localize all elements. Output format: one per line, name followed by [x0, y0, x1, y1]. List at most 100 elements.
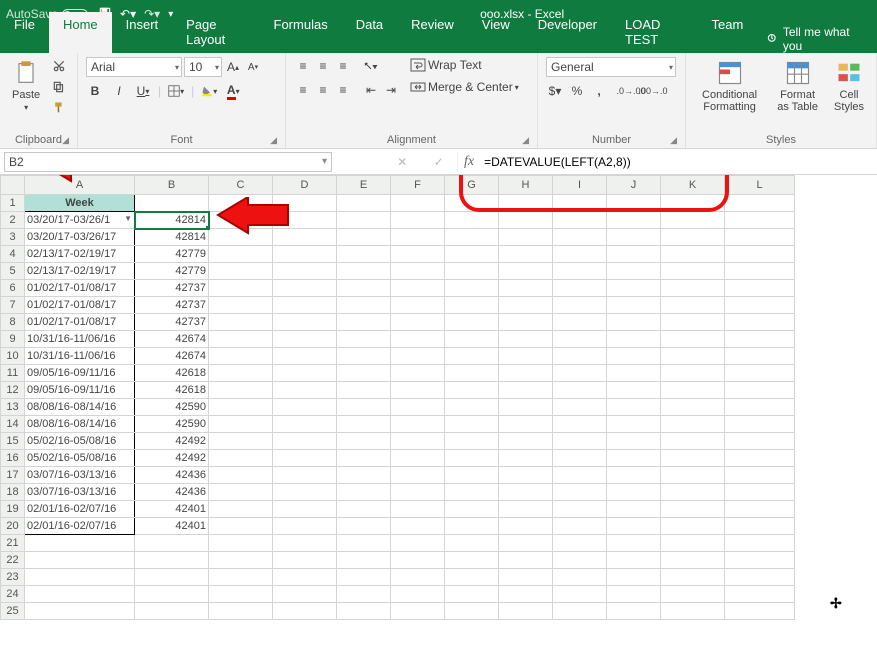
comma-format-icon[interactable]: ,: [590, 82, 608, 100]
dialog-launcher-icon[interactable]: ◢: [62, 135, 69, 146]
cell[interactable]: [553, 501, 607, 518]
cell[interactable]: [337, 331, 391, 348]
cell[interactable]: 02/13/17-02/19/17: [25, 246, 135, 263]
cell[interactable]: [499, 433, 553, 450]
cell[interactable]: [209, 569, 273, 586]
cell[interactable]: [209, 297, 273, 314]
cell[interactable]: [209, 365, 273, 382]
cell[interactable]: 42618: [135, 365, 209, 382]
cell[interactable]: 03/07/16-03/13/16: [25, 467, 135, 484]
cell[interactable]: [445, 348, 499, 365]
cell[interactable]: [209, 450, 273, 467]
cell[interactable]: [725, 484, 795, 501]
cell[interactable]: [661, 467, 725, 484]
cell[interactable]: [725, 348, 795, 365]
cell[interactable]: 08/08/16-08/14/16: [25, 399, 135, 416]
copy-icon[interactable]: [50, 78, 68, 96]
cell[interactable]: [209, 280, 273, 297]
cell[interactable]: [209, 603, 273, 620]
cell[interactable]: [499, 501, 553, 518]
cell[interactable]: [445, 484, 499, 501]
cell[interactable]: 03/20/17-03/26/1▼: [25, 212, 135, 229]
decrease-decimal-icon[interactable]: .00→.0: [644, 82, 662, 100]
cell[interactable]: [209, 246, 273, 263]
cell[interactable]: [391, 297, 445, 314]
cell[interactable]: [391, 433, 445, 450]
number-format-combo[interactable]: General: [546, 57, 676, 77]
cell[interactable]: [391, 246, 445, 263]
cell[interactable]: [725, 603, 795, 620]
column-header[interactable]: B: [135, 176, 209, 195]
cell[interactable]: [209, 382, 273, 399]
cell[interactable]: [391, 501, 445, 518]
formula-input[interactable]: [480, 152, 877, 172]
cell[interactable]: [209, 348, 273, 365]
font-size-combo[interactable]: 10: [184, 57, 222, 77]
cell[interactable]: [273, 416, 337, 433]
cell[interactable]: [553, 416, 607, 433]
row-header[interactable]: 17: [1, 467, 25, 484]
cell[interactable]: [273, 348, 337, 365]
cell[interactable]: [553, 246, 607, 263]
font-name-combo[interactable]: Arial: [86, 57, 182, 77]
cell[interactable]: [445, 535, 499, 552]
name-box[interactable]: B2: [4, 152, 332, 172]
cell[interactable]: [661, 297, 725, 314]
italic-button[interactable]: I: [110, 82, 128, 100]
column-header[interactable]: D: [273, 176, 337, 195]
column-header[interactable]: J: [607, 176, 661, 195]
cell[interactable]: [553, 484, 607, 501]
cell[interactable]: [391, 212, 445, 229]
cell[interactable]: [445, 331, 499, 348]
cell[interactable]: [661, 246, 725, 263]
cell[interactable]: [273, 552, 337, 569]
column-header[interactable]: G: [445, 176, 499, 195]
cell[interactable]: [445, 280, 499, 297]
cell[interactable]: [337, 280, 391, 297]
row-header[interactable]: 15: [1, 433, 25, 450]
row-header[interactable]: 2: [1, 212, 25, 229]
cell[interactable]: [553, 365, 607, 382]
cell[interactable]: [273, 484, 337, 501]
cell[interactable]: [337, 535, 391, 552]
cell[interactable]: [725, 416, 795, 433]
cell[interactable]: [607, 195, 661, 212]
cell[interactable]: 10/31/16-11/06/16: [25, 348, 135, 365]
cell[interactable]: [391, 229, 445, 246]
cell[interactable]: [445, 467, 499, 484]
cell[interactable]: [209, 467, 273, 484]
cell[interactable]: 09/05/16-09/11/16: [25, 365, 135, 382]
cell[interactable]: [661, 484, 725, 501]
cell[interactable]: [209, 331, 273, 348]
cell[interactable]: [391, 331, 445, 348]
cell[interactable]: [725, 280, 795, 297]
cell[interactable]: [553, 263, 607, 280]
cell[interactable]: 05/02/16-05/08/16: [25, 450, 135, 467]
row-header[interactable]: 22: [1, 552, 25, 569]
cell[interactable]: [391, 535, 445, 552]
cell[interactable]: [607, 331, 661, 348]
cell[interactable]: 02/13/17-02/19/17: [25, 263, 135, 280]
cell[interactable]: [607, 280, 661, 297]
cell[interactable]: [273, 603, 337, 620]
cell[interactable]: [725, 195, 795, 212]
table-header-cell[interactable]: Week: [25, 195, 135, 212]
cell[interactable]: [445, 501, 499, 518]
column-header[interactable]: F: [391, 176, 445, 195]
cell[interactable]: [209, 314, 273, 331]
cell[interactable]: [445, 433, 499, 450]
align-top-icon[interactable]: ≡: [294, 57, 312, 75]
cell[interactable]: [273, 535, 337, 552]
cell[interactable]: [391, 314, 445, 331]
cell[interactable]: [273, 467, 337, 484]
tell-me[interactable]: Tell me what you: [757, 25, 877, 53]
cut-icon[interactable]: [50, 57, 68, 75]
cell[interactable]: [25, 603, 135, 620]
cell[interactable]: [553, 195, 607, 212]
cell[interactable]: [607, 314, 661, 331]
cell[interactable]: [391, 467, 445, 484]
fx-icon[interactable]: fx: [458, 154, 480, 170]
row-header[interactable]: 11: [1, 365, 25, 382]
cell[interactable]: [445, 195, 499, 212]
cell[interactable]: [337, 467, 391, 484]
